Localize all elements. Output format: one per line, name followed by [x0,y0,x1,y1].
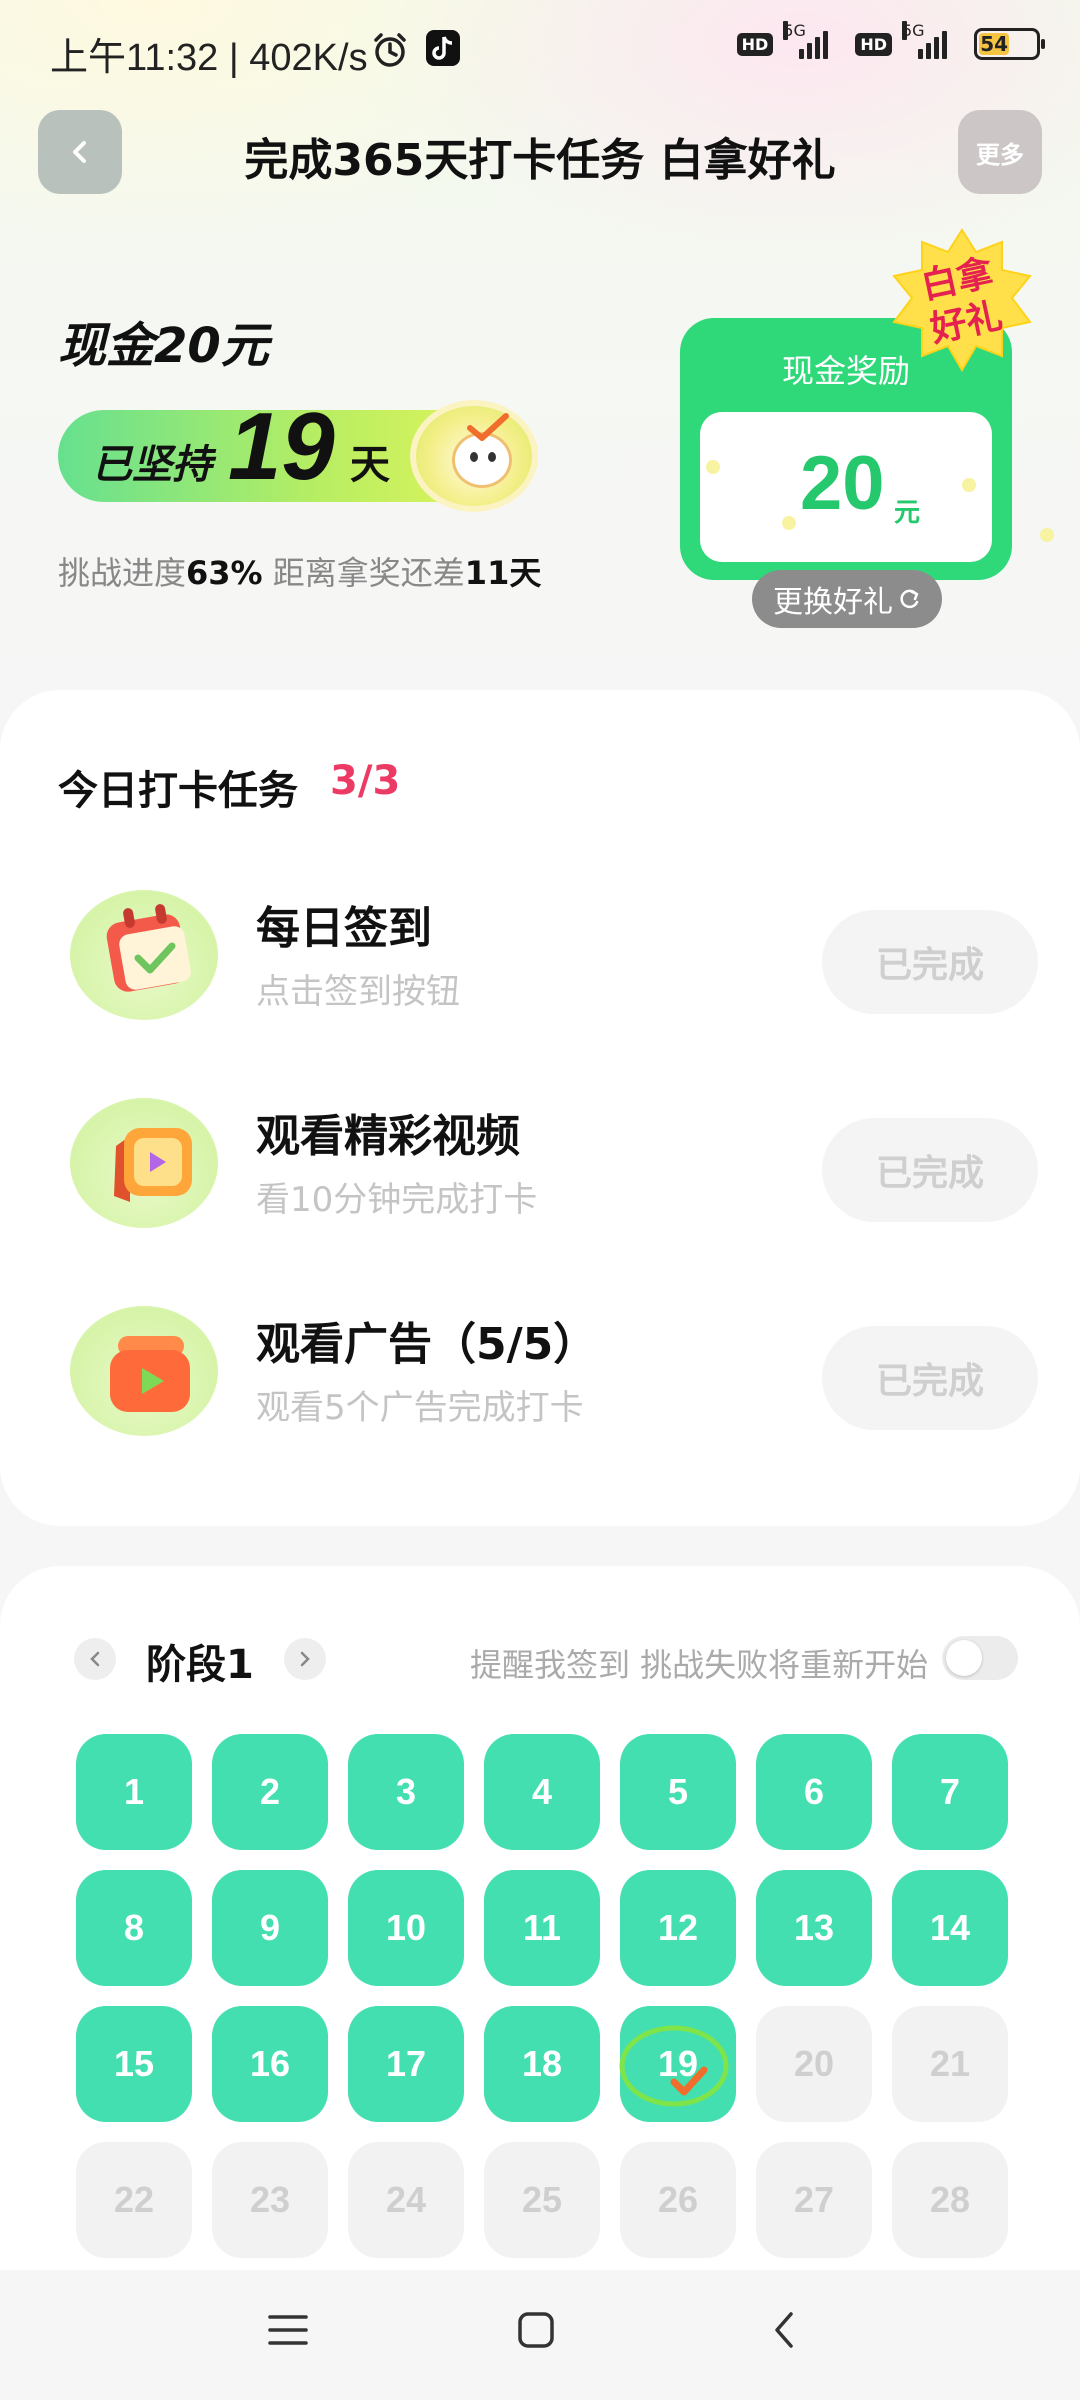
calendar-day: 13 [756,1870,872,1986]
calendar-day: 7 [892,1734,1008,1850]
swap-gift-label: 更换好礼 [773,585,893,620]
calendar-day: 25 [484,2142,600,2258]
status-right-group: HD 5G HD 5G 54 [736,21,1045,60]
calendar-day-today: 19 [620,2006,736,2122]
calendar-day: 20 [756,2006,872,2122]
home-button[interactable] [506,2300,566,2360]
progress-prefix: 挑战进度 [58,554,187,592]
calendar-day: 15 [76,2006,192,2122]
page-title: 完成365天打卡任务 白拿好礼 [244,135,836,186]
status-bar: 上午11:32 | 402K/s HD 5G HD 5G 54 [0,0,1080,100]
menu-button[interactable] [258,2300,318,2360]
remind-text: 提醒我签到 挑战失败将重新开始 [470,1646,929,1684]
calendar-day: 9 [212,1870,328,1986]
calendar-day: 23 [212,2142,328,2258]
back-triangle-icon [775,2312,793,2348]
task-heading: 今日打卡任务 [58,768,298,814]
calendar-day: 3 [348,1734,464,1850]
calendar-day: 17 [348,2006,464,2122]
calendar-day: 4 [484,1734,600,1850]
sparkle [1040,528,1054,542]
toggle-knob [946,1640,982,1676]
task-title: 观看精彩视频 [256,1111,520,1162]
refresh-icon [900,589,919,609]
video-play-icon-art [114,1128,192,1202]
ad-play-icon-art [110,1336,190,1412]
task-title: 每日签到 [256,903,432,954]
home-square-icon [518,2312,554,2348]
swap-gift-button[interactable]: 更换好礼 [752,570,942,628]
calendar-day: 27 [756,2142,872,2258]
battery-level: 54 [979,32,1010,56]
progress-mid: 距离拿奖还差 [262,554,465,592]
calendar-day: 1 [76,1734,192,1850]
mascot-eye-right [488,452,496,462]
chevron-left-icon [90,1651,100,1667]
calendar-day: 6 [756,1734,872,1850]
mascot-eye-left [470,452,478,462]
check-icon [467,413,509,441]
task-subtitle: 观看5个广告完成打卡 [256,1388,584,1428]
calendar-day: 14 [892,1870,1008,1986]
network-type-2: 5G [902,21,925,40]
chevron-right-icon [300,1651,310,1667]
task-subtitle: 看10分钟完成打卡 [256,1180,538,1220]
reward-amount: 20 [800,441,885,526]
calendar-day: 16 [212,2006,328,2122]
sparkle [706,460,720,474]
menu-icon [268,2315,308,2345]
signal-icon: 5G [783,21,845,59]
remaining-days: 11天 [464,554,542,592]
task-row-video: 观看精彩视频 看10分钟完成打卡 已完成 [0,1076,1080,1246]
more-button[interactable]: 更多 [958,110,1042,194]
status-time: 上午11:32 | 402K/s [50,37,368,79]
hd-badge-2: HD [855,32,892,56]
task-done-button[interactable]: 已完成 [822,910,1038,1014]
hd-badge: HD [736,32,774,56]
calendar-day: 21 [892,2006,1008,2122]
task-subtitle: 点击签到按钮 [256,972,460,1012]
calendar-day: 11 [484,1870,600,1986]
sparkle [782,516,796,530]
remind-toggle[interactable] [942,1636,1018,1680]
cash-title: 现金20元 [58,318,269,374]
calendar-day: 8 [76,1870,192,1986]
chevron-left-icon [73,141,86,163]
back-button[interactable] [38,110,122,194]
calendar-day: 10 [348,1870,464,1986]
stage-prev-button[interactable] [74,1638,116,1680]
task-count: 3/3 [330,758,401,804]
reward-unit: 元 [894,498,921,528]
calendar-check-icon-art [106,904,191,992]
calendar-day: 22 [76,2142,192,2258]
alarm-icon [370,30,410,70]
network-type: 5G [783,21,806,40]
system-back-button[interactable] [754,2300,814,2360]
streak-suffix: 天 [350,442,390,488]
calendar-day: 12 [620,1870,736,1986]
task-done-button[interactable]: 已完成 [822,1326,1038,1430]
signal-icon-2: 5G [902,21,964,59]
calendar-day: 5 [620,1734,736,1850]
task-done-button[interactable]: 已完成 [822,1118,1038,1222]
stage-next-button[interactable] [284,1638,326,1680]
sparkle [962,478,976,492]
calendar-day: 18 [484,2006,600,2122]
progress-value: 63% [186,554,263,592]
calendar-day: 24 [348,2142,464,2258]
calendar-day: 26 [620,2142,736,2258]
calendar-day: 2 [212,1734,328,1850]
task-row-checkin: 每日签到 点击签到按钮 已完成 [0,868,1080,1038]
task-row-ads: 观看广告（5/5） 观看5个广告完成打卡 已完成 [0,1284,1080,1454]
streak-days: 19 [228,393,335,500]
progress-text: 挑战进度63% 距离拿奖还差11天 [58,548,541,594]
tiktok-icon [426,30,460,70]
task-title: 观看广告（5/5） [256,1319,598,1370]
streak-prefix: 已坚持 [92,442,212,488]
stage-label: 阶段1 [146,1642,254,1688]
battery-icon: 54 [974,28,1045,60]
calendar-day: 28 [892,2142,1008,2258]
